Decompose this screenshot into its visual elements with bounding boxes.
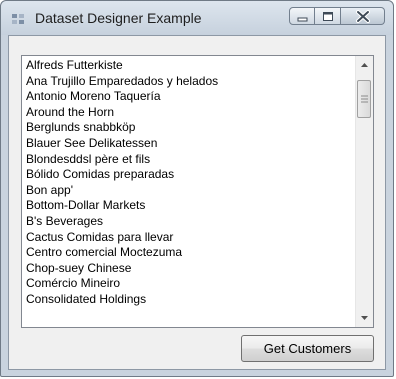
list-item[interactable]: Bon app': [26, 183, 353, 199]
get-customers-button[interactable]: Get Customers: [241, 335, 374, 362]
list-item[interactable]: Blondesddsl père et fils: [26, 152, 353, 168]
list-item[interactable]: Centro comercial Moctezuma: [26, 245, 353, 261]
list-item[interactable]: Alfreds Futterkiste: [26, 58, 353, 74]
customer-list: Alfreds Futterkiste Ana Trujillo Empareda…: [26, 58, 353, 308]
list-item[interactable]: Cactus Comidas para llevar: [26, 230, 353, 246]
maximize-button[interactable]: [315, 7, 341, 25]
app-window: Dataset Designer Example Alfreds Futterk…: [0, 0, 394, 377]
caption-buttons: [289, 7, 385, 27]
close-button[interactable]: [341, 7, 385, 25]
form-app-icon: [12, 13, 26, 25]
list-item[interactable]: Around the Horn: [26, 105, 353, 121]
grip-icon: [361, 93, 368, 105]
list-item[interactable]: B's Beverages: [26, 214, 353, 230]
list-item[interactable]: Comércio Mineiro: [26, 276, 353, 292]
window-title: Dataset Designer Example: [35, 10, 202, 26]
list-item[interactable]: Chop-suey Chinese: [26, 261, 353, 277]
scroll-up-arrow-icon[interactable]: [356, 56, 373, 73]
list-item[interactable]: Ana Trujillo Emparedados y helados: [26, 74, 353, 90]
list-item[interactable]: Berglunds snabbköp: [26, 120, 353, 136]
list-item[interactable]: Bottom-Dollar Markets: [26, 198, 353, 214]
customers-listbox[interactable]: Alfreds Futterkiste Ana Trujillo Empareda…: [21, 55, 374, 328]
form-client-area: Alfreds Futterkiste Ana Trujillo Empareda…: [8, 35, 386, 370]
title-bar[interactable]: Dataset Designer Example: [1, 1, 393, 35]
scroll-thumb[interactable]: [357, 80, 371, 118]
list-item[interactable]: Antonio Moreno Taquería: [26, 89, 353, 105]
list-item[interactable]: Bólido Comidas preparadas: [26, 167, 353, 183]
minimize-button[interactable]: [289, 7, 315, 25]
list-item[interactable]: Blauer See Delikatessen: [26, 136, 353, 152]
list-item[interactable]: Consolidated Holdings: [26, 292, 353, 308]
vertical-scrollbar[interactable]: [355, 56, 373, 327]
scroll-down-arrow-icon[interactable]: [356, 310, 373, 327]
